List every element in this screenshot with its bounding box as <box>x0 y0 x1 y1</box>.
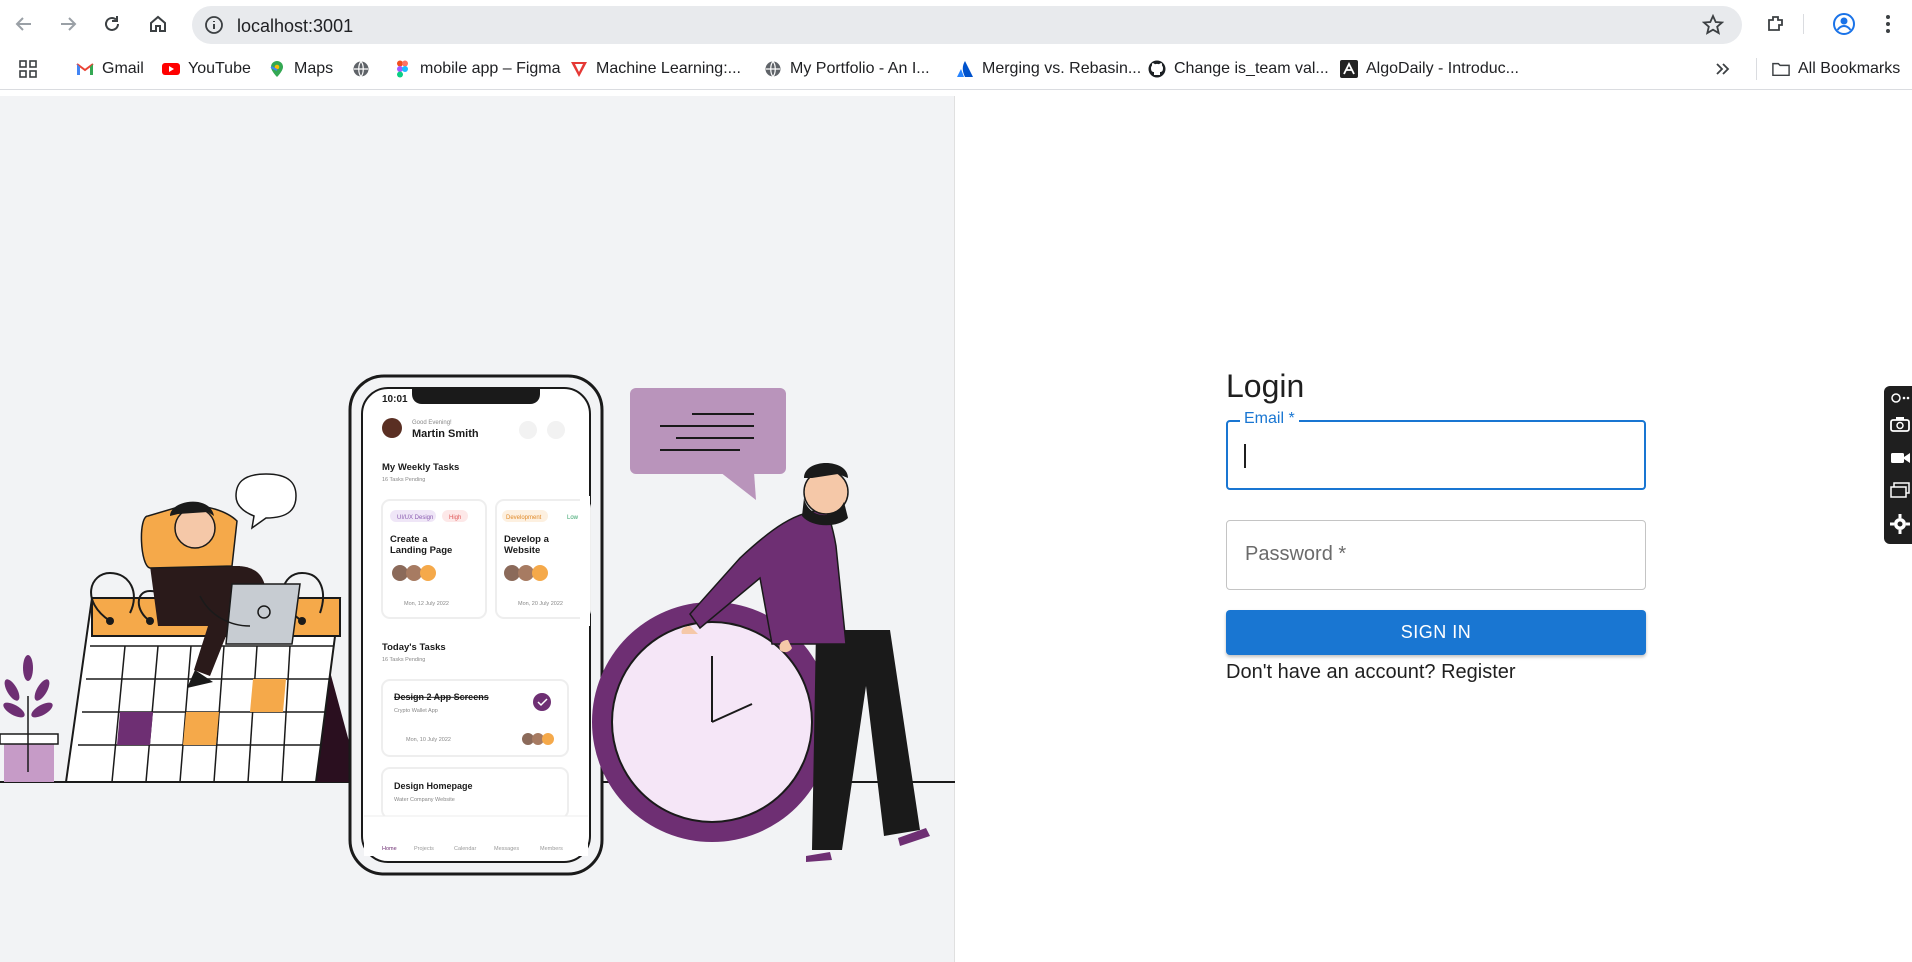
card-date: Mon, 20 July 2022 <box>518 601 563 607</box>
browser-toolbar: localhost:3001 <box>0 0 1912 48</box>
bookmark-figma[interactable]: mobile app – Figma <box>394 58 561 80</box>
card-tag: Low <box>567 515 579 521</box>
back-arrow-icon[interactable] <box>10 10 38 38</box>
globe-icon <box>353 61 369 77</box>
task-sub: Water Company Website <box>394 797 455 803</box>
bookmark-maps[interactable]: Maps <box>268 58 333 80</box>
youtube-icon <box>162 63 180 75</box>
address-bar[interactable]: localhost:3001 <box>192 6 1742 44</box>
site-info-icon[interactable] <box>204 15 224 40</box>
algodaily-icon <box>1340 60 1358 78</box>
bookmarks-bar: Gmail YouTube Maps mobile app – Figma Ma… <box>0 48 1912 126</box>
all-bookmarks-label: All Bookmarks <box>1798 60 1901 77</box>
figma-icon <box>397 60 408 78</box>
bookmark-globe[interactable] <box>352 58 370 80</box>
link-icon[interactable] <box>1890 390 1910 406</box>
password-label: Password * <box>1241 543 1351 566</box>
menu-kebab-icon[interactable] <box>1874 10 1902 38</box>
globe-icon <box>765 61 781 77</box>
bookmark-machine-learning[interactable]: Machine Learning:... <box>570 58 741 80</box>
password-field[interactable]: Password * <box>1226 520 1646 590</box>
phone-weekly-sub: 16 Tasks Pending <box>382 477 425 483</box>
potted-plant <box>0 655 59 782</box>
bookmark-gmail[interactable]: Gmail <box>76 58 144 80</box>
login-title: Login <box>1226 368 1305 404</box>
ml-icon <box>571 62 587 77</box>
bookmark-merging-rebasing[interactable]: Merging vs. Rebasin... <box>956 58 1141 80</box>
home-icon[interactable] <box>144 10 172 38</box>
bookmark-label: YouTube <box>188 60 251 77</box>
page-content: 10:01 Good Evening! Martin Smith My Week… <box>0 96 1912 962</box>
task-title: Design Homepage <box>394 781 473 791</box>
phone-today-title: Today's Tasks <box>382 642 446 653</box>
phone-nav: Messages <box>494 846 519 852</box>
bookmark-label: Maps <box>294 60 334 77</box>
phone-weekly-title: My Weekly Tasks <box>382 462 459 473</box>
bookmark-label: Change is_team val... <box>1174 60 1329 77</box>
window-icon[interactable] <box>1890 482 1910 498</box>
task-title: Design 2 App Screens <box>394 692 489 702</box>
task-date: Mon, 10 July 2022 <box>406 737 451 743</box>
card-tag: UI/UX Design <box>397 515 433 521</box>
bookmark-star-icon[interactable] <box>1701 13 1725 41</box>
profile-icon[interactable] <box>1830 10 1858 38</box>
bookmark-youtube[interactable]: YouTube <box>162 58 251 80</box>
phone-time: 10:01 <box>382 394 408 405</box>
phone-nav: Calendar <box>454 846 476 852</box>
email-label: Email * <box>1240 410 1299 428</box>
camera-icon[interactable] <box>1890 416 1910 432</box>
card-title: Create a <box>390 534 428 545</box>
card-date: Mon, 12 July 2022 <box>404 601 449 607</box>
gmail-icon <box>76 63 94 75</box>
phone-nav: Projects <box>414 846 434 852</box>
bookmark-portfolio[interactable]: My Portfolio - An I... <box>764 58 930 80</box>
hero-illustration: 10:01 Good Evening! Martin Smith My Week… <box>0 96 955 962</box>
task-management-illustration: 10:01 Good Evening! Martin Smith My Week… <box>0 374 955 876</box>
bookmark-algodaily[interactable]: AlgoDaily - Introduc... <box>1340 58 1519 80</box>
github-icon <box>1148 60 1166 78</box>
phone-nav: Home <box>382 846 397 852</box>
toolbar-divider <box>1803 14 1804 34</box>
login-form: Login Email * Password * SIGN IN Don't h… <box>1226 366 1646 684</box>
phone-username: Martin Smith <box>412 428 479 440</box>
bookmarks-overflow-icon[interactable] <box>1714 58 1732 80</box>
atlassian-icon <box>957 61 973 77</box>
extensions-icon[interactable] <box>1762 10 1790 38</box>
folder-icon <box>1772 62 1790 77</box>
speech-bubble <box>630 388 786 500</box>
sign-in-button[interactable]: SIGN IN <box>1226 610 1646 655</box>
bookmark-label: Gmail <box>102 60 144 77</box>
all-bookmarks[interactable]: All Bookmarks <box>1772 58 1900 80</box>
bookmark-label: mobile app – Figma <box>420 60 561 77</box>
floating-tool-panel <box>1884 386 1912 544</box>
bookmarks-divider <box>1756 58 1757 80</box>
card-title: Landing Page <box>390 545 452 556</box>
bookmark-label: Machine Learning:... <box>596 60 741 77</box>
task-sub: Crypto Wallet App <box>394 708 438 714</box>
text-caret <box>1244 444 1246 468</box>
phone-greeting: Good Evening! <box>412 420 452 426</box>
reload-icon[interactable] <box>98 10 126 38</box>
maps-icon <box>270 61 283 77</box>
phone-today-sub: 16 Tasks Pending <box>382 657 425 663</box>
settings-gear-icon[interactable] <box>1890 514 1910 534</box>
video-icon[interactable] <box>1890 450 1910 466</box>
apps-grid-icon[interactable] <box>18 58 38 80</box>
url-text[interactable]: localhost:3001 <box>237 16 353 37</box>
card-tag: Development <box>506 515 542 521</box>
bookmark-label: My Portfolio - An I... <box>790 60 930 77</box>
phone-nav: Members <box>540 846 563 852</box>
bookmark-label: Merging vs. Rebasin... <box>982 60 1142 77</box>
bookmark-label: AlgoDaily - Introduc... <box>1366 60 1519 77</box>
phone-mockup: 10:01 Good Evening! Martin Smith My Week… <box>348 374 604 876</box>
browser-window: localhost:3001 Gmail YouTube Maps mobile… <box>0 0 1912 962</box>
card-tag: High <box>449 515 461 521</box>
forward-arrow-icon[interactable] <box>54 10 82 38</box>
email-field[interactable]: Email * <box>1226 410 1646 490</box>
register-link[interactable]: Don't have an account? Register <box>1226 661 1646 684</box>
card-title: Website <box>504 545 540 556</box>
card-title: Develop a <box>504 534 550 545</box>
bookmark-change-is-team[interactable]: Change is_team val... <box>1148 58 1329 80</box>
